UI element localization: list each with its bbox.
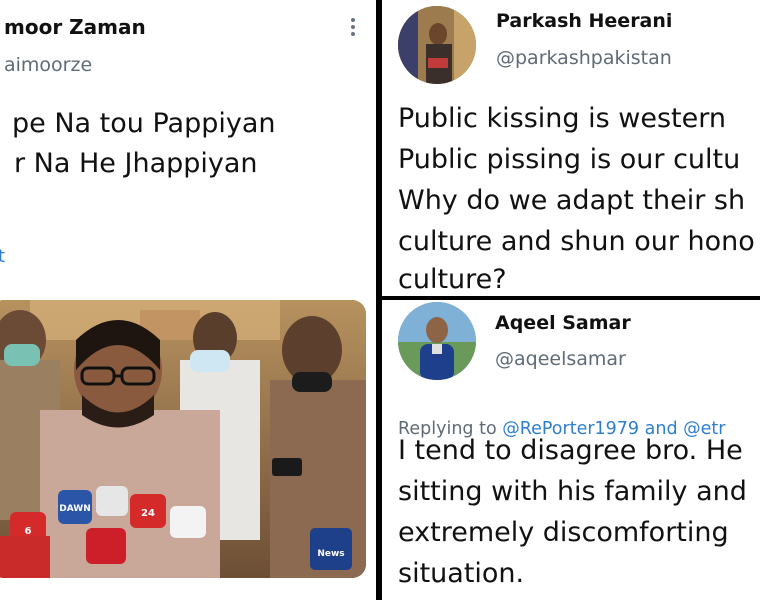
mic-label-dawn: DAWN: [59, 504, 91, 514]
tweet-text-line-1: Public kissing is western: [398, 103, 726, 134]
tweet-text-line-5: culture?: [398, 264, 507, 295]
more-options-icon[interactable]: [346, 18, 360, 40]
author-handle[interactable]: @aqeelsamar: [495, 348, 626, 370]
top-right-tweet-card[interactable]: Parkash Heerani @parkashpakistan Public …: [382, 0, 760, 296]
avatar[interactable]: [398, 302, 476, 380]
author-name[interactable]: moor Zaman: [4, 15, 146, 39]
tweet-text-line-4: culture and shun our hono: [398, 226, 755, 257]
tweet-text-line-2: r Na He Jhappiyan: [14, 148, 258, 179]
avatar[interactable]: [398, 6, 476, 84]
mic-label-6: 6: [25, 526, 32, 537]
tweet-text-line-2: sitting with his family and: [398, 476, 747, 507]
tweet-text-line-3: extremely discomforting: [398, 517, 729, 548]
tweet-text-line-2: Public pissing is our cultu: [398, 144, 741, 175]
avatar-image: [398, 6, 476, 84]
author-name[interactable]: Aqeel Samar: [495, 312, 631, 334]
news-logo-label: News: [317, 549, 344, 559]
translate-link[interactable]: t: [0, 246, 5, 267]
replying-to-line: Replying to @RePorter1979 and @etr: [398, 399, 725, 439]
author-handle[interactable]: aimoorze: [4, 54, 92, 76]
author-name[interactable]: Parkash Heerani: [496, 10, 672, 32]
avatar-image: [398, 302, 476, 380]
author-handle[interactable]: @parkashpakistan: [496, 47, 672, 69]
bottom-right-tweet-card[interactable]: Aqeel Samar @aqeelsamar Replying to @ReP…: [382, 300, 760, 600]
tweet-text-line-4: situation.: [398, 558, 525, 589]
left-tweet-card[interactable]: moor Zaman aimoorze pe Na tou Pappiyan r…: [0, 0, 376, 600]
press-conference-photo: DAWN 24 6 News: [0, 300, 366, 578]
tweet-text-line-1: I tend to disagree bro. He: [398, 435, 743, 466]
mic-label-24: 24: [141, 508, 155, 519]
tweet-photo[interactable]: DAWN 24 6 News: [0, 300, 366, 578]
tweet-text-line-3: Why do we adapt their sh: [398, 185, 746, 216]
tweet-text-line-1: pe Na tou Pappiyan: [12, 108, 276, 139]
